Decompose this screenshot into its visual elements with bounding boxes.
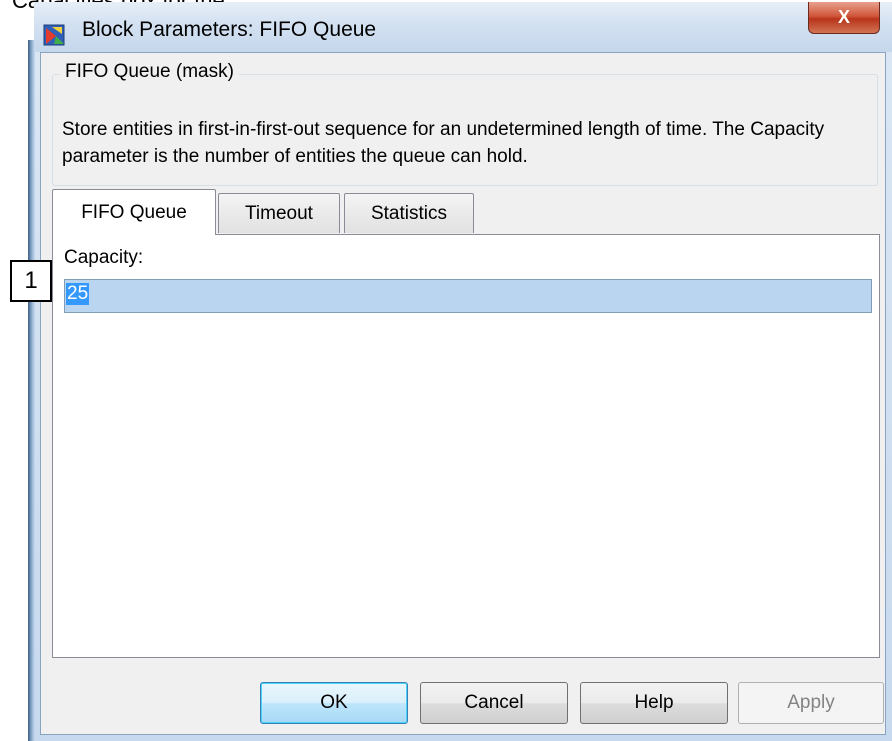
tab-statistics[interactable]: Statistics [344, 193, 474, 233]
simulink-block-icon [42, 22, 68, 48]
capacity-label: Capacity: [64, 247, 144, 268]
help-button[interactable]: Help [580, 682, 728, 724]
window-title: Block Parameters: FIFO Queue [82, 18, 377, 41]
ok-button[interactable]: OK [260, 682, 408, 724]
apply-button[interactable]: Apply [738, 682, 884, 724]
tab-timeout[interactable]: Timeout [218, 193, 340, 233]
mask-group-title: FIFO Queue (mask) [60, 61, 239, 83]
close-button[interactable]: X [808, 2, 880, 34]
tab-fifo-queue[interactable]: FIFO Queue [52, 189, 216, 235]
capacity-input-value[interactable]: 25 [66, 283, 90, 305]
close-icon: X [837, 7, 850, 27]
cancel-button[interactable]: Cancel [420, 682, 568, 724]
capacity-input[interactable] [64, 279, 872, 313]
callout-number-box: 1 [10, 260, 52, 302]
mask-description: Store entities in first-in-first-out seq… [62, 119, 825, 167]
window-left-border [28, 40, 35, 741]
